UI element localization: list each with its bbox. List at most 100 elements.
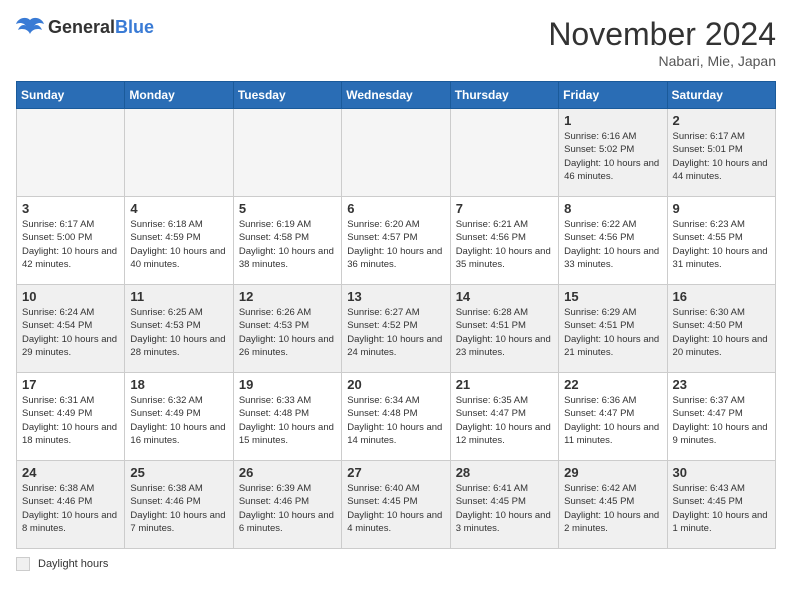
day-info: Sunrise: 6:34 AMSunset: 4:48 PMDaylight:… (347, 394, 444, 447)
day-info: Sunrise: 6:42 AMSunset: 4:45 PMDaylight:… (564, 482, 661, 535)
day-number: 22 (564, 377, 661, 392)
calendar-cell: 5 Sunrise: 6:19 AMSunset: 4:58 PMDaylight… (233, 197, 341, 285)
day-number: 13 (347, 289, 444, 304)
day-info: Sunrise: 6:19 AMSunset: 4:58 PMDaylight:… (239, 218, 336, 271)
legend-box (16, 557, 30, 571)
day-info: Sunrise: 6:22 AMSunset: 4:56 PMDaylight:… (564, 218, 661, 271)
day-info: Sunrise: 6:18 AMSunset: 4:59 PMDaylight:… (130, 218, 227, 271)
calendar-cell: 27 Sunrise: 6:40 AMSunset: 4:45 PMDayligh… (342, 461, 450, 549)
weekday-header-tuesday: Tuesday (233, 82, 341, 109)
weekday-header-thursday: Thursday (450, 82, 558, 109)
day-number: 28 (456, 465, 553, 480)
logo-bird-icon (16, 16, 44, 38)
calendar-cell (342, 109, 450, 197)
day-info: Sunrise: 6:28 AMSunset: 4:51 PMDaylight:… (456, 306, 553, 359)
day-info: Sunrise: 6:33 AMSunset: 4:48 PMDaylight:… (239, 394, 336, 447)
calendar-week-row: 17 Sunrise: 6:31 AMSunset: 4:49 PMDayligh… (17, 373, 776, 461)
day-info: Sunrise: 6:20 AMSunset: 4:57 PMDaylight:… (347, 218, 444, 271)
day-number: 12 (239, 289, 336, 304)
calendar-week-row: 3Sunrise: 6:17 AMSunset: 5:00 PMDaylight… (17, 197, 776, 285)
legend: Daylight hours (16, 557, 776, 571)
logo: GeneralBlue (16, 16, 154, 38)
calendar-cell: 3Sunrise: 6:17 AMSunset: 5:00 PMDaylight… (17, 197, 125, 285)
calendar-cell: 18Sunrise: 6:32 AMSunset: 4:49 PMDayligh… (125, 373, 233, 461)
day-info: Sunrise: 6:30 AMSunset: 4:50 PMDaylight:… (673, 306, 770, 359)
weekday-header-saturday: Saturday (667, 82, 775, 109)
day-number: 6 (347, 201, 444, 216)
calendar-cell: 25Sunrise: 6:38 AMSunset: 4:46 PMDayligh… (125, 461, 233, 549)
day-info: Sunrise: 6:32 AMSunset: 4:49 PMDaylight:… (130, 394, 227, 447)
day-info: Sunrise: 6:39 AMSunset: 4:46 PMDaylight:… (239, 482, 336, 535)
calendar-cell: 24 Sunrise: 6:38 AMSunset: 4:46 PMDayligh… (17, 461, 125, 549)
day-info: Sunrise: 6:31 AMSunset: 4:49 PMDaylight:… (22, 394, 119, 447)
day-number: 21 (456, 377, 553, 392)
calendar-cell: 30 Sunrise: 6:43 AMSunset: 4:45 PMDayligh… (667, 461, 775, 549)
page-header: GeneralBlue November 2024 Nabari, Mie, J… (16, 16, 776, 69)
day-info: Sunrise: 6:38 AMSunset: 4:46 PMDaylight:… (22, 482, 119, 535)
logo-blue: Blue (115, 17, 154, 37)
day-number: 4 (130, 201, 227, 216)
calendar-cell: 28 Sunrise: 6:41 AMSunset: 4:45 PMDayligh… (450, 461, 558, 549)
calendar-cell: 23 Sunrise: 6:37 AMSunset: 4:47 PMDayligh… (667, 373, 775, 461)
calendar-cell: 1Sunrise: 6:16 AMSunset: 5:02 PMDaylight… (559, 109, 667, 197)
calendar-week-row: 10Sunrise: 6:24 AMSunset: 4:54 PMDayligh… (17, 285, 776, 373)
day-number: 8 (564, 201, 661, 216)
day-info: Sunrise: 6:23 AMSunset: 4:55 PMDaylight:… (673, 218, 770, 271)
calendar-cell (17, 109, 125, 197)
calendar-cell: 14 Sunrise: 6:28 AMSunset: 4:51 PMDayligh… (450, 285, 558, 373)
day-info: Sunrise: 6:40 AMSunset: 4:45 PMDaylight:… (347, 482, 444, 535)
calendar-cell: 20 Sunrise: 6:34 AMSunset: 4:48 PMDayligh… (342, 373, 450, 461)
logo-text: GeneralBlue (48, 17, 154, 38)
legend-label: Daylight hours (38, 558, 108, 570)
calendar-cell: 15Sunrise: 6:29 AMSunset: 4:51 PMDayligh… (559, 285, 667, 373)
weekday-header-row: SundayMondayTuesdayWednesdayThursdayFrid… (17, 82, 776, 109)
calendar-table: SundayMondayTuesdayWednesdayThursdayFrid… (16, 81, 776, 549)
logo-general: General (48, 17, 115, 37)
day-number: 7 (456, 201, 553, 216)
calendar-cell: 12 Sunrise: 6:26 AMSunset: 4:53 PMDayligh… (233, 285, 341, 373)
day-info: Sunrise: 6:26 AMSunset: 4:53 PMDaylight:… (239, 306, 336, 359)
calendar-cell: 2 Sunrise: 6:17 AMSunset: 5:01 PMDaylight… (667, 109, 775, 197)
day-number: 2 (673, 113, 770, 128)
day-number: 23 (673, 377, 770, 392)
day-info: Sunrise: 6:29 AMSunset: 4:51 PMDaylight:… (564, 306, 661, 359)
calendar-cell: 4 Sunrise: 6:18 AMSunset: 4:59 PMDaylight… (125, 197, 233, 285)
day-info: Sunrise: 6:36 AMSunset: 4:47 PMDaylight:… (564, 394, 661, 447)
day-number: 26 (239, 465, 336, 480)
day-number: 25 (130, 465, 227, 480)
calendar-cell: 16Sunrise: 6:30 AMSunset: 4:50 PMDayligh… (667, 285, 775, 373)
location: Nabari, Mie, Japan (548, 53, 776, 69)
day-info: Sunrise: 6:43 AMSunset: 4:45 PMDaylight:… (673, 482, 770, 535)
day-info: Sunrise: 6:41 AMSunset: 4:45 PMDaylight:… (456, 482, 553, 535)
calendar-cell: 22 Sunrise: 6:36 AMSunset: 4:47 PMDayligh… (559, 373, 667, 461)
day-number: 5 (239, 201, 336, 216)
day-number: 14 (456, 289, 553, 304)
day-number: 9 (673, 201, 770, 216)
day-info: Sunrise: 6:27 AMSunset: 4:52 PMDaylight:… (347, 306, 444, 359)
day-number: 11 (130, 289, 227, 304)
calendar-cell: 8 Sunrise: 6:22 AMSunset: 4:56 PMDaylight… (559, 197, 667, 285)
calendar-cell: 29 Sunrise: 6:42 AMSunset: 4:45 PMDayligh… (559, 461, 667, 549)
day-number: 24 (22, 465, 119, 480)
calendar-week-row: 24 Sunrise: 6:38 AMSunset: 4:46 PMDayligh… (17, 461, 776, 549)
calendar-cell: 13 Sunrise: 6:27 AMSunset: 4:52 PMDayligh… (342, 285, 450, 373)
calendar-cell (125, 109, 233, 197)
day-info: Sunrise: 6:21 AMSunset: 4:56 PMDaylight:… (456, 218, 553, 271)
day-number: 30 (673, 465, 770, 480)
weekday-header-wednesday: Wednesday (342, 82, 450, 109)
month-title: November 2024 (548, 16, 776, 53)
day-number: 17 (22, 377, 119, 392)
day-number: 3 (22, 201, 119, 216)
day-number: 27 (347, 465, 444, 480)
day-number: 19 (239, 377, 336, 392)
day-info: Sunrise: 6:17 AMSunset: 5:01 PMDaylight:… (673, 130, 770, 183)
day-info: Sunrise: 6:25 AMSunset: 4:53 PMDaylight:… (130, 306, 227, 359)
day-info: Sunrise: 6:37 AMSunset: 4:47 PMDaylight:… (673, 394, 770, 447)
weekday-header-friday: Friday (559, 82, 667, 109)
calendar-week-row: 1Sunrise: 6:16 AMSunset: 5:02 PMDaylight… (17, 109, 776, 197)
day-info: Sunrise: 6:16 AMSunset: 5:02 PMDaylight:… (564, 130, 661, 183)
day-number: 20 (347, 377, 444, 392)
weekday-header-monday: Monday (125, 82, 233, 109)
day-info: Sunrise: 6:35 AMSunset: 4:47 PMDaylight:… (456, 394, 553, 447)
day-number: 29 (564, 465, 661, 480)
